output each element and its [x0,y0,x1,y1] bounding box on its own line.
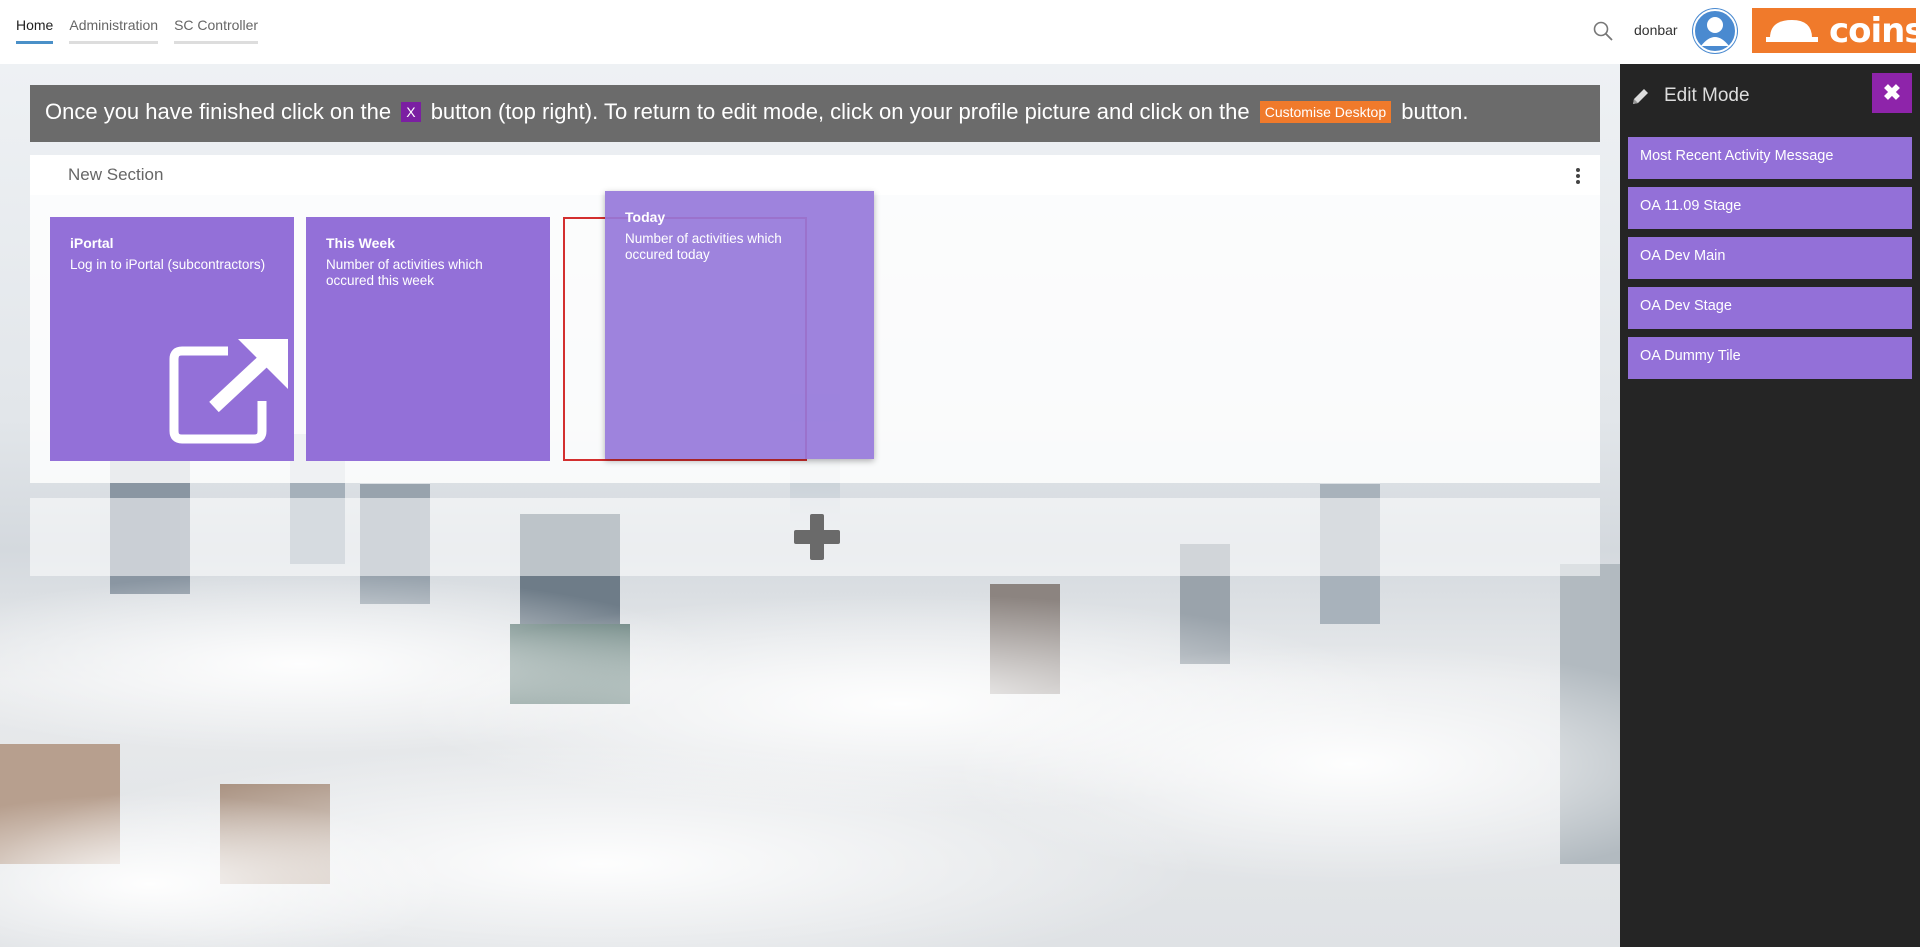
tile-this-week[interactable]: This Week Number of activities which occ… [306,217,550,461]
section-title[interactable]: New Section [68,165,163,185]
available-tile-item[interactable]: OA 11.09 Stage [1628,187,1912,229]
banner-text-middle: button (top right). To return to edit mo… [430,99,1250,124]
nav-tabs: Home Administration SC Controller [16,0,259,64]
x-button-badge: X [401,102,421,122]
pencil-icon [1633,89,1648,104]
external-link-icon [169,339,288,444]
search-icon[interactable] [1592,20,1614,42]
panel-title: Edit Mode [1664,85,1750,106]
tile-iportal[interactable]: iPortal Log in to iPortal (subcontractor… [50,217,294,461]
top-bar: Home Administration SC Controller donbar… [0,0,1920,64]
dashboard-section: New Section iPortal Log in to iPortal (s… [30,155,1600,483]
tile-description: Log in to iPortal (subcontractors) [70,257,266,272]
coins-logo: coins [1752,8,1920,53]
available-tile-item[interactable]: OA Dev Main [1628,237,1912,279]
tile-description: Number of activities which occured today [625,231,782,263]
available-tile-item[interactable]: Most Recent Activity Message [1628,137,1912,179]
section-header: New Section [30,155,1600,195]
tile-description: Number of activities which occured this … [326,257,483,289]
edit-mode-instructions-banner: Once you have finished click on the X bu… [30,85,1600,142]
tile-title: Today [625,209,666,225]
tab-home[interactable]: Home [16,0,54,46]
close-edit-mode-button[interactable]: ✖ [1872,73,1912,113]
customise-desktop-badge: Customise Desktop [1259,101,1392,123]
user-icon [1693,9,1737,53]
tab-sc-controller[interactable]: SC Controller [174,0,259,46]
edit-mode-panel: Edit Mode ✖ Most Recent Activity Message… [1620,64,1920,947]
hardhat-icon [1766,20,1818,42]
tile-title: This Week [326,235,395,251]
tile-today-dragging[interactable]: Today Number of activities which occured… [605,191,874,459]
logo-text: coins [1829,11,1920,51]
add-section-button[interactable] [30,498,1600,576]
section-menu-icon[interactable] [1574,167,1582,185]
desktop-area: Once you have finished click on the X bu… [0,64,1620,947]
username: donbar [1634,22,1678,38]
banner-text-after: button. [1401,99,1469,124]
plus-icon [794,514,840,560]
tile-title: iPortal [70,235,114,251]
available-tile-item[interactable]: OA Dummy Tile [1628,337,1912,379]
profile-avatar[interactable] [1692,8,1738,54]
banner-text-before: Once you have finished click on the [45,99,392,124]
tab-administration[interactable]: Administration [69,0,158,46]
available-tile-item[interactable]: OA Dev Stage [1628,287,1912,329]
